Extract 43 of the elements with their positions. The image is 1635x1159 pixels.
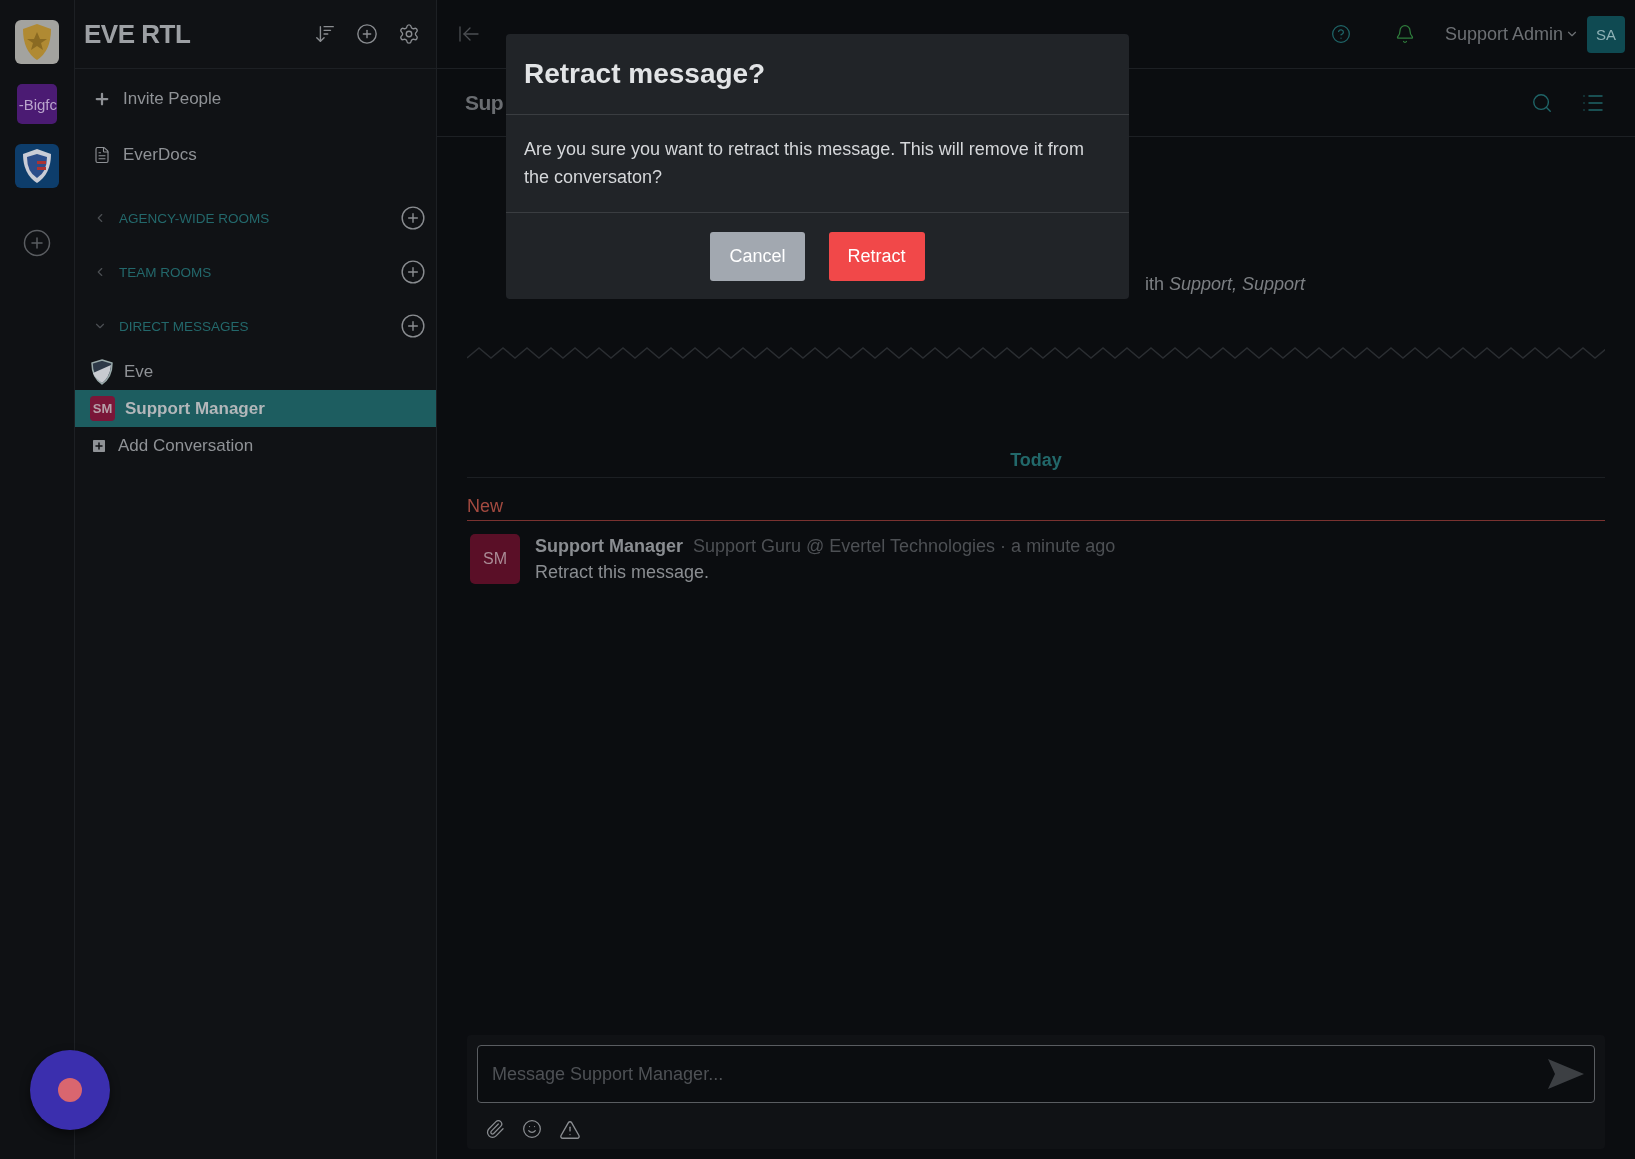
- sort-button[interactable]: [314, 23, 336, 45]
- settings-button[interactable]: [398, 23, 420, 45]
- intro-text: ith Support, Support: [1145, 274, 1306, 294]
- new-messages-label: New: [467, 496, 503, 516]
- user-menu[interactable]: Support Admin: [1444, 23, 1579, 45]
- sidebar-link[interactable]: EverDocs: [75, 127, 436, 183]
- user-avatar: SM: [90, 396, 115, 421]
- channel-title: Sup: [465, 90, 504, 115]
- shield-icon: [90, 358, 114, 385]
- alert-button[interactable]: [559, 1119, 581, 1141]
- message-author: Support Manager: [535, 536, 683, 557]
- shield-icon[interactable]: [15, 144, 59, 188]
- message-meta: Support Guru @ Evertel Technologies · a minute ago: [693, 536, 1116, 557]
- add-button[interactable]: [356, 23, 378, 45]
- sidebar-item[interactable]: Eve: [75, 353, 436, 390]
- cancel-button[interactable]: Cancel: [710, 232, 805, 281]
- plus-icon: [93, 90, 111, 108]
- add-server-button[interactable]: [22, 228, 52, 258]
- workspace-title: EVE RTL: [84, 18, 192, 50]
- emoji-button[interactable]: [522, 1119, 542, 1141]
- sidebar-item[interactable]: Add Conversation: [75, 427, 436, 464]
- message-field[interactable]: Message Support Manager...: [477, 1045, 1595, 1103]
- sidebar-item[interactable]: SM Support Manager: [75, 390, 436, 427]
- section-header[interactable]: AGENCY-WIDE ROOMS: [93, 210, 380, 226]
- user-avatar: SM: [470, 534, 520, 584]
- add-button[interactable]: [400, 259, 426, 285]
- bell-icon[interactable]: [1394, 24, 1415, 44]
- section-header[interactable]: TEAM ROOMS: [93, 264, 380, 280]
- section-header[interactable]: DIRECT MESSAGES: [93, 318, 380, 334]
- user-avatar: SA: [1587, 15, 1625, 53]
- retract-button[interactable]: Retract: [828, 232, 925, 281]
- add-button[interactable]: [400, 205, 426, 231]
- server-tile[interactable]: -Bigfc: [17, 84, 57, 124]
- help-button[interactable]: [1330, 24, 1351, 44]
- search-button[interactable]: [1531, 91, 1553, 114]
- dialog-message: Are you sure you want to retract this message. This will remove it from the conversaton?: [506, 115, 1129, 213]
- sidebar-link[interactable]: Invite People: [75, 71, 436, 127]
- document-icon: [93, 146, 111, 164]
- add-button[interactable]: [400, 313, 426, 339]
- date-divider: Today: [1010, 450, 1062, 471]
- attach-button[interactable]: [485, 1119, 505, 1141]
- message-text: Retract this message.: [535, 562, 711, 583]
- dialog-title: Retract message?: [524, 58, 766, 90]
